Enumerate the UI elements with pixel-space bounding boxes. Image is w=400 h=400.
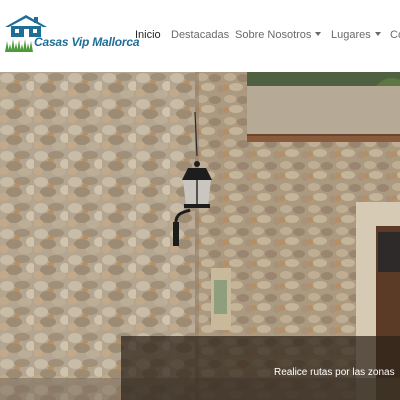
nav-item-label: Inicio bbox=[135, 29, 161, 41]
nav-item-label: Sobre Nosotros bbox=[235, 29, 312, 41]
nav-item-sobre-nosotros[interactable]: Sobre Nosotros bbox=[235, 25, 322, 45]
chevron-down-icon bbox=[315, 32, 322, 37]
carousel-caption: Realice rutas por las zonas bbox=[121, 336, 400, 400]
brand-name: Casas Vip Mallorca bbox=[34, 35, 140, 49]
nav-item-destacadas[interactable]: Destacadas bbox=[171, 25, 229, 45]
nav-item-lugares[interactable]: Lugares bbox=[331, 25, 381, 45]
hero-carousel: Realice rutas por las zonas bbox=[0, 72, 400, 400]
nav-item-label: Co bbox=[390, 29, 400, 41]
brand-logo[interactable]: Casas Vip Mallorca bbox=[4, 14, 140, 56]
nav-item-label: Lugares bbox=[331, 29, 371, 41]
caption-text: Realice rutas por las zonas bbox=[274, 367, 395, 378]
navbar: Casas Vip Mallorca Inicio Destacadas Sob… bbox=[0, 0, 400, 72]
nav-item-inicio[interactable]: Inicio bbox=[135, 25, 161, 45]
nav-item-contacto[interactable]: Co bbox=[390, 25, 400, 45]
nav-item-label: Destacadas bbox=[171, 29, 230, 41]
grass-logo-icon bbox=[5, 39, 33, 52]
chevron-down-icon bbox=[374, 32, 381, 37]
